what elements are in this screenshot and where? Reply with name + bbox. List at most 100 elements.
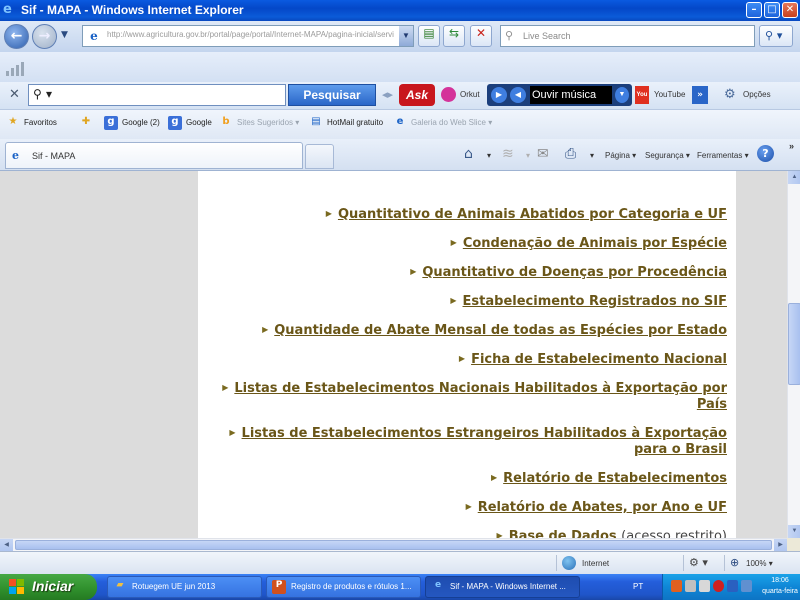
play-icon[interactable]: ▶ [491,87,507,103]
taskbar-item-ie[interactable]: e Sif - MAPA - Windows Internet ... [425,576,580,598]
live-search-box[interactable]: ⚲ Live Search [500,25,755,47]
powerpoint-icon: P [272,580,286,594]
minimize-button[interactable]: – [746,2,762,18]
more-commands-icon[interactable]: » [789,141,794,151]
page-menu-label: Página [605,151,630,160]
favorites-button[interactable]: ★ Favoritos [6,116,57,130]
ask-toolbar: ✕ ⚲ ▾ Pesquisar ◂▸ Ask Orkut ▶ ◀ Ouvir m… [0,82,800,109]
horizontal-scroll-thumb[interactable] [15,540,772,550]
music-label[interactable]: Ouvir música [530,86,612,104]
more-buttons-icon[interactable]: » [692,86,708,104]
ie-icon: e [3,2,12,17]
status-divider [556,555,557,571]
forward-button[interactable]: → [32,24,57,49]
toolbar-resize-handle[interactable]: ◂▸ [382,88,393,101]
system-clock[interactable]: 18:06 quarta-feira [759,575,800,597]
tray-misc-icon[interactable] [741,580,752,592]
list-item: ▶ Listas de Estabelecimentos Nacionais Ha… [207,380,727,413]
address-bar[interactable]: e http://www.agricultura.gov.br/portal/p… [82,25,414,47]
back-button[interactable]: ← [4,24,29,49]
link-animais-abatidos[interactable]: Quantitativo de Animais Abatidos por Cat… [338,207,727,222]
compatibility-view-button[interactable]: ▤ [418,25,440,47]
zoom-icon[interactable]: ⊕ [730,556,739,569]
link-exportacao-estrangeiros[interactable]: Listas de Estabelecimentos Estrangeiros … [242,426,727,457]
security-menu[interactable]: Segurança ▾ [645,151,690,160]
close-button[interactable]: ✕ [782,2,798,18]
scroll-down-icon[interactable]: ▼ [788,525,800,538]
link-condenacao-animais[interactable]: Condenação de Animais por Espécie [463,236,727,251]
star-icon: ★ [8,116,18,127]
close-toolbar-icon[interactable]: ✕ [9,87,20,102]
taskbar-item-folder[interactable]: ▰ Rotuegem UE jun 2013 [107,576,262,598]
link-exportacao-nacionais[interactable]: Listas de Estabelecimentos Nacionais Hab… [234,381,727,412]
link-abate-mensal[interactable]: Quantidade de Abate Mensal de todas as E… [274,323,727,338]
refresh-button[interactable]: ⇆ [443,25,465,47]
link-base-de-dados[interactable]: Base de Dados [509,529,617,538]
volume-tray-icon[interactable] [699,580,710,592]
orkut-icon[interactable] [441,87,456,102]
music-dropdown-icon[interactable]: ▼ [615,87,629,103]
page-menu[interactable]: Página ▾ [605,151,636,160]
language-indicator[interactable]: PT [633,582,643,591]
favorite-item[interactable]: e Galeria do Web Slice ▾ [393,116,493,130]
tab-active[interactable]: e Sif - MAPA [5,142,303,169]
start-button[interactable]: Iniciar [0,574,97,600]
favorite-item[interactable]: ▤ HotMail gratuito [309,116,383,130]
feeds-icon[interactable]: ≋ [502,146,514,162]
link-relatorio-abates[interactable]: Relatório de Abates, por Ano e UF [478,500,727,515]
mail-icon[interactable]: ✉ [537,146,549,162]
youtube-button[interactable]: YouTube [654,90,685,99]
folder-icon: ▰ [116,580,124,590]
tools-menu[interactable]: Ferramentas ▾ [697,151,749,160]
favorite-item[interactable]: b Sites Sugeridos ▾ [219,116,299,130]
address-dropdown-button[interactable]: ▼ [399,26,413,46]
maximize-button[interactable]: □ [764,2,780,18]
horizontal-scrollbar[interactable]: ◀ ▶ [0,538,787,551]
zoom-level[interactable]: 100% ▾ [746,559,773,568]
link-relatorio-estabelecimentos[interactable]: Relatório de Estabelecimentos [503,471,727,486]
stop-button[interactable]: ✕ [470,25,492,47]
tray-security-icon[interactable] [713,580,724,592]
home-icon[interactable]: ⌂ [464,146,473,162]
live-search-button[interactable]: ⚲ ▾ [759,25,793,47]
taskbar-item-powerpoint[interactable]: P Registro de produtos e rótulos 1... [266,576,421,598]
feeds-dropdown-icon[interactable]: ▾ [526,151,530,160]
link-ficha-estabelecimento[interactable]: Ficha de Estabelecimento Nacional [471,352,727,367]
home-dropdown-icon[interactable]: ▾ [487,151,491,160]
bing-icon: b [222,116,230,127]
options-button[interactable]: Opções [743,90,771,99]
orkut-button[interactable]: Orkut [460,90,480,99]
tray-network-icon[interactable] [685,580,696,592]
help-icon[interactable]: ? [757,145,774,162]
address-url[interactable]: http://www.agricultura.gov.br/portal/pag… [107,30,399,39]
vertical-scroll-thumb[interactable] [788,303,800,385]
tray-app-icon[interactable] [671,580,682,592]
link-doencas-procedencia[interactable]: Quantitativo de Doenças por Procedência [422,265,727,280]
favorite-item[interactable]: g Google (2) [104,116,160,130]
live-search-placeholder[interactable]: Live Search [523,31,571,41]
windows-logo-icon [9,579,25,595]
youtube-icon[interactable]: You [635,86,649,104]
scroll-left-icon[interactable]: ◀ [0,539,13,551]
volume-icon[interactable]: ◀ [510,87,526,103]
favorite-item[interactable]: g Google [168,116,212,130]
vertical-scrollbar[interactable]: ▲ ▼ [787,171,800,538]
add-favorite-button[interactable]: ✚ [79,116,97,130]
ask-logo-button[interactable]: Ask [399,84,435,106]
link-estabelecimento-sif[interactable]: Estabelecimento Registrados no SIF [463,294,727,309]
protected-mode-icon[interactable]: ⚙ ▾ [689,556,708,569]
ask-search-input[interactable]: ⚲ ▾ [28,84,286,106]
favorite-item-label: HotMail gratuito [327,118,384,128]
gear-icon[interactable]: ⚙ [724,87,736,102]
recent-pages-chevron-icon[interactable]: ▼ [61,30,71,40]
list-item: ▶ Listas de Estabelecimentos Estrangeiros… [207,425,727,458]
print-icon[interactable]: ⎙ [565,146,576,162]
tray-update-icon[interactable] [727,580,738,592]
security-menu-label: Segurança [645,151,684,160]
scroll-up-icon[interactable]: ▲ [788,171,800,184]
status-divider [724,555,725,571]
ask-search-button[interactable]: Pesquisar [288,84,376,106]
scroll-right-icon[interactable]: ▶ [774,539,787,551]
new-tab-button[interactable] [305,144,334,169]
print-dropdown-icon[interactable]: ▾ [590,151,594,160]
